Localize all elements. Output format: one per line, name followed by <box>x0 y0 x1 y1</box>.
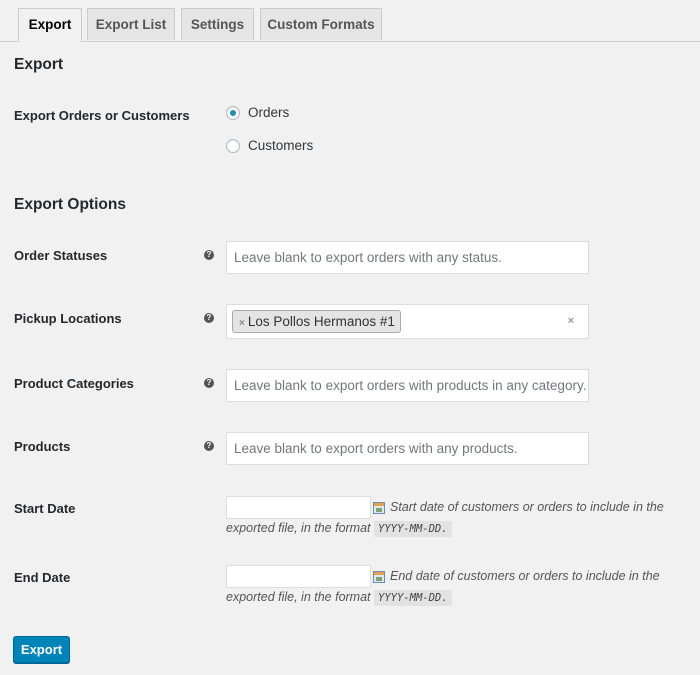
product-categories-input[interactable]: Leave blank to export orders with produc… <box>226 369 589 402</box>
export-section-title: Export <box>14 56 64 73</box>
end-date-desc-line1: End date of customers or orders to inclu… <box>390 569 660 583</box>
end-date-desc-line2: exported file, in the format YYYY-MM-DD. <box>226 587 686 609</box>
selected-location-chip: × Los Pollos Hermanos #1 <box>232 310 401 333</box>
end-date-description: End date of customers or orders to inclu… <box>226 566 686 609</box>
chip-label: Los Pollos Hermanos #1 <box>247 314 395 329</box>
remove-chip-icon[interactable]: × <box>239 318 245 329</box>
help-icon[interactable]: ? <box>204 441 214 451</box>
start-date-desc-line1: Start date of customers or orders to inc… <box>390 500 664 514</box>
end-date-desc-text: exported file, in the format <box>226 590 371 604</box>
tab-export-list[interactable]: Export List <box>87 8 175 40</box>
order-statuses-label: Order Statuses <box>14 248 108 263</box>
product-categories-label: Product Categories <box>14 376 134 391</box>
help-icon[interactable]: ? <box>204 313 214 323</box>
start-date-description: Start date of customers or orders to inc… <box>226 497 686 540</box>
help-icon[interactable]: ? <box>204 250 214 260</box>
tab-settings[interactable]: Settings <box>181 8 254 40</box>
end-date-label: End Date <box>14 570 71 585</box>
start-date-desc-line2: exported file, in the format YYYY-MM-DD. <box>226 518 686 540</box>
tab-custom-formats[interactable]: Custom Formats <box>260 8 382 40</box>
tab-export[interactable]: Export <box>18 8 82 42</box>
date-format-code: YYYY-MM-DD. <box>374 521 452 537</box>
products-label: Products <box>14 439 71 454</box>
radio-customers[interactable]: Customers <box>226 138 313 153</box>
pickup-locations-select[interactable]: × Los Pollos Hermanos #1 × <box>226 304 589 339</box>
radio-customers-label: Customers <box>248 138 314 153</box>
clear-selection-icon[interactable]: × <box>568 305 574 338</box>
order-statuses-input[interactable]: Leave blank to export orders with any st… <box>226 241 589 274</box>
radio-orders-input[interactable] <box>226 105 240 120</box>
radio-orders-label: Orders <box>248 105 290 120</box>
start-date-desc-text: exported file, in the format <box>226 521 371 535</box>
start-date-label: Start Date <box>14 501 76 516</box>
export-type-label: Export Orders or Customers <box>14 108 190 123</box>
tab-bar: Export Export List Settings Custom Forma… <box>0 8 700 42</box>
radio-customers-input[interactable] <box>226 138 240 153</box>
export-button[interactable]: Export <box>13 636 70 663</box>
pickup-locations-label: Pickup Locations <box>14 311 122 326</box>
date-format-code: YYYY-MM-DD. <box>374 590 452 606</box>
products-input[interactable]: Leave blank to export orders with any pr… <box>226 432 589 465</box>
export-options-title: Export Options <box>14 196 126 213</box>
help-icon[interactable]: ? <box>204 378 214 388</box>
radio-orders[interactable]: Orders <box>226 105 289 120</box>
